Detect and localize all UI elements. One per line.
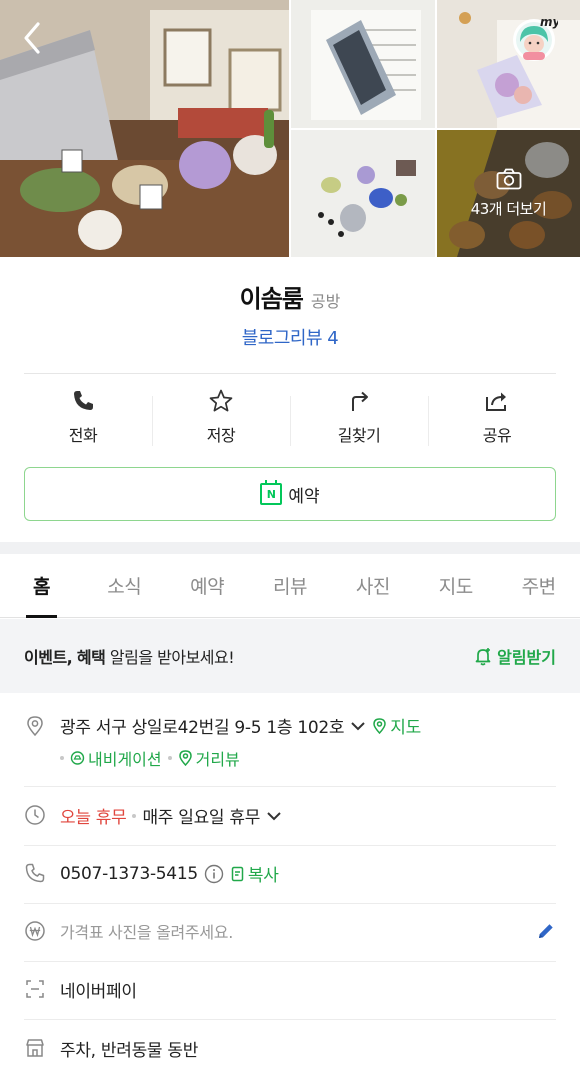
subscribe-alerts-button[interactable]: 알림받기: [473, 644, 556, 668]
location-pin-icon: [27, 716, 43, 737]
photo-thumb-1[interactable]: [291, 0, 435, 128]
payment-row: 네이버페이: [24, 977, 556, 1003]
directions-label: 길찾기: [337, 426, 381, 445]
photo-gallery: 43개 더보기 my: [0, 0, 580, 257]
navigation-link[interactable]: 내비게이션: [70, 746, 162, 770]
place-name: 이솜룸: [239, 285, 304, 313]
row-divider: [24, 1019, 556, 1020]
phone-number[interactable]: 0507-1373-5415: [60, 864, 198, 884]
reserve-button[interactable]: N 예약: [24, 467, 556, 521]
directions-icon: [352, 391, 368, 411]
pencil-edit-icon[interactable]: [536, 921, 556, 941]
copy-phone-button[interactable]: 복사: [230, 861, 279, 886]
directions-button[interactable]: 길찾기: [290, 388, 428, 452]
bell-plus-icon: [475, 648, 491, 666]
row-divider: [24, 903, 556, 904]
today-status: 오늘 휴무: [60, 808, 127, 828]
street-view-pin-icon: [178, 750, 192, 766]
share-button[interactable]: 공유: [428, 388, 566, 452]
tab-reviews[interactable]: 리뷰: [249, 554, 332, 617]
tab-nearby[interactable]: 주변: [497, 554, 580, 617]
map-link[interactable]: 지도: [372, 713, 421, 738]
notification-message: 이벤트, 혜택 알림을 받아보세요!: [24, 648, 235, 667]
tab-news[interactable]: 소식: [83, 554, 166, 617]
reserve-label: 예약: [288, 486, 320, 507]
chevron-down-icon[interactable]: [266, 810, 282, 822]
tab-map[interactable]: 지도: [414, 554, 497, 617]
header-divider: [24, 373, 556, 374]
scan-pay-icon: [26, 980, 44, 998]
address-row: 광주 서구 상일로42번길 9-5 1층 102호 지도 내비게이션 거리뷰: [24, 713, 556, 773]
tab-reservation[interactable]: 예약: [166, 554, 249, 617]
tab-bar: 홈 소식 예약 리뷰 사진 지도 주변: [0, 554, 580, 618]
weekly-schedule: 매주 일요일 휴무: [142, 808, 261, 828]
won-currency-icon: [25, 921, 45, 941]
save-label: 저장: [206, 426, 236, 445]
notification-banner: 이벤트, 혜택 알림을 받아보세요! 알림받기: [0, 619, 580, 693]
amenities-row: 주차, 반려동물 동반: [24, 1036, 556, 1062]
payment-method: 네이버페이: [60, 982, 137, 1002]
clock-icon: [25, 805, 45, 825]
price-row[interactable]: 가격표 사진을 올려주세요.: [24, 919, 556, 945]
store-icon: [26, 1039, 44, 1057]
photo-thumb-3[interactable]: [291, 130, 435, 257]
naver-booking-icon: N: [260, 480, 283, 505]
chevron-down-icon[interactable]: [350, 720, 366, 732]
price-placeholder: 가격표 사진을 올려주세요.: [60, 923, 233, 942]
phone-outline-icon: [25, 863, 45, 883]
navigation-car-icon: [70, 751, 85, 765]
copy-icon: [231, 866, 244, 881]
call-button[interactable]: 전화: [14, 388, 152, 452]
street-view-link[interactable]: 거리뷰: [178, 746, 240, 770]
call-label: 전화: [68, 426, 98, 445]
my-profile-avatar[interactable]: my: [510, 14, 558, 62]
star-icon: [209, 389, 233, 412]
hours-row[interactable]: 오늘 휴무 매주 일요일 휴무: [24, 803, 556, 829]
subscribe-alerts-label: 알림받기: [497, 648, 556, 667]
amenities-text: 주차, 반려동물 동반: [60, 1041, 199, 1061]
place-header: 이솜룸 공방 블로그리뷰 4: [0, 257, 580, 350]
camera-icon: [496, 168, 521, 190]
row-divider: [24, 786, 556, 787]
place-category: 공방: [310, 292, 341, 311]
row-divider: [24, 845, 556, 846]
avatar-my-label: my: [540, 15, 558, 29]
photo-thumb-2[interactable]: [437, 0, 580, 128]
tab-home[interactable]: 홈: [0, 554, 83, 618]
address-text: 광주 서구 상일로42번길 9-5 1층 102호: [60, 718, 345, 738]
info-icon[interactable]: [204, 864, 224, 884]
more-photos-label: 43개 더보기: [470, 200, 547, 218]
blog-review-link[interactable]: 블로그리뷰 4: [0, 324, 580, 350]
row-divider: [24, 961, 556, 962]
map-pin-icon: [373, 717, 386, 734]
photo-thumb-more[interactable]: 43개 더보기: [437, 130, 580, 257]
phone-icon: [74, 391, 93, 410]
phone-row: 0507-1373-5415 복사: [24, 861, 556, 887]
share-icon: [486, 392, 506, 411]
tab-photos[interactable]: 사진: [331, 554, 414, 617]
section-divider: [0, 542, 580, 554]
save-button[interactable]: 저장: [152, 388, 290, 452]
action-bar: 전화 저장 길찾기 공유: [14, 388, 566, 452]
share-label: 공유: [482, 426, 512, 445]
more-photos-overlay[interactable]: 43개 더보기: [437, 130, 580, 257]
back-arrow-icon[interactable]: [18, 20, 48, 56]
